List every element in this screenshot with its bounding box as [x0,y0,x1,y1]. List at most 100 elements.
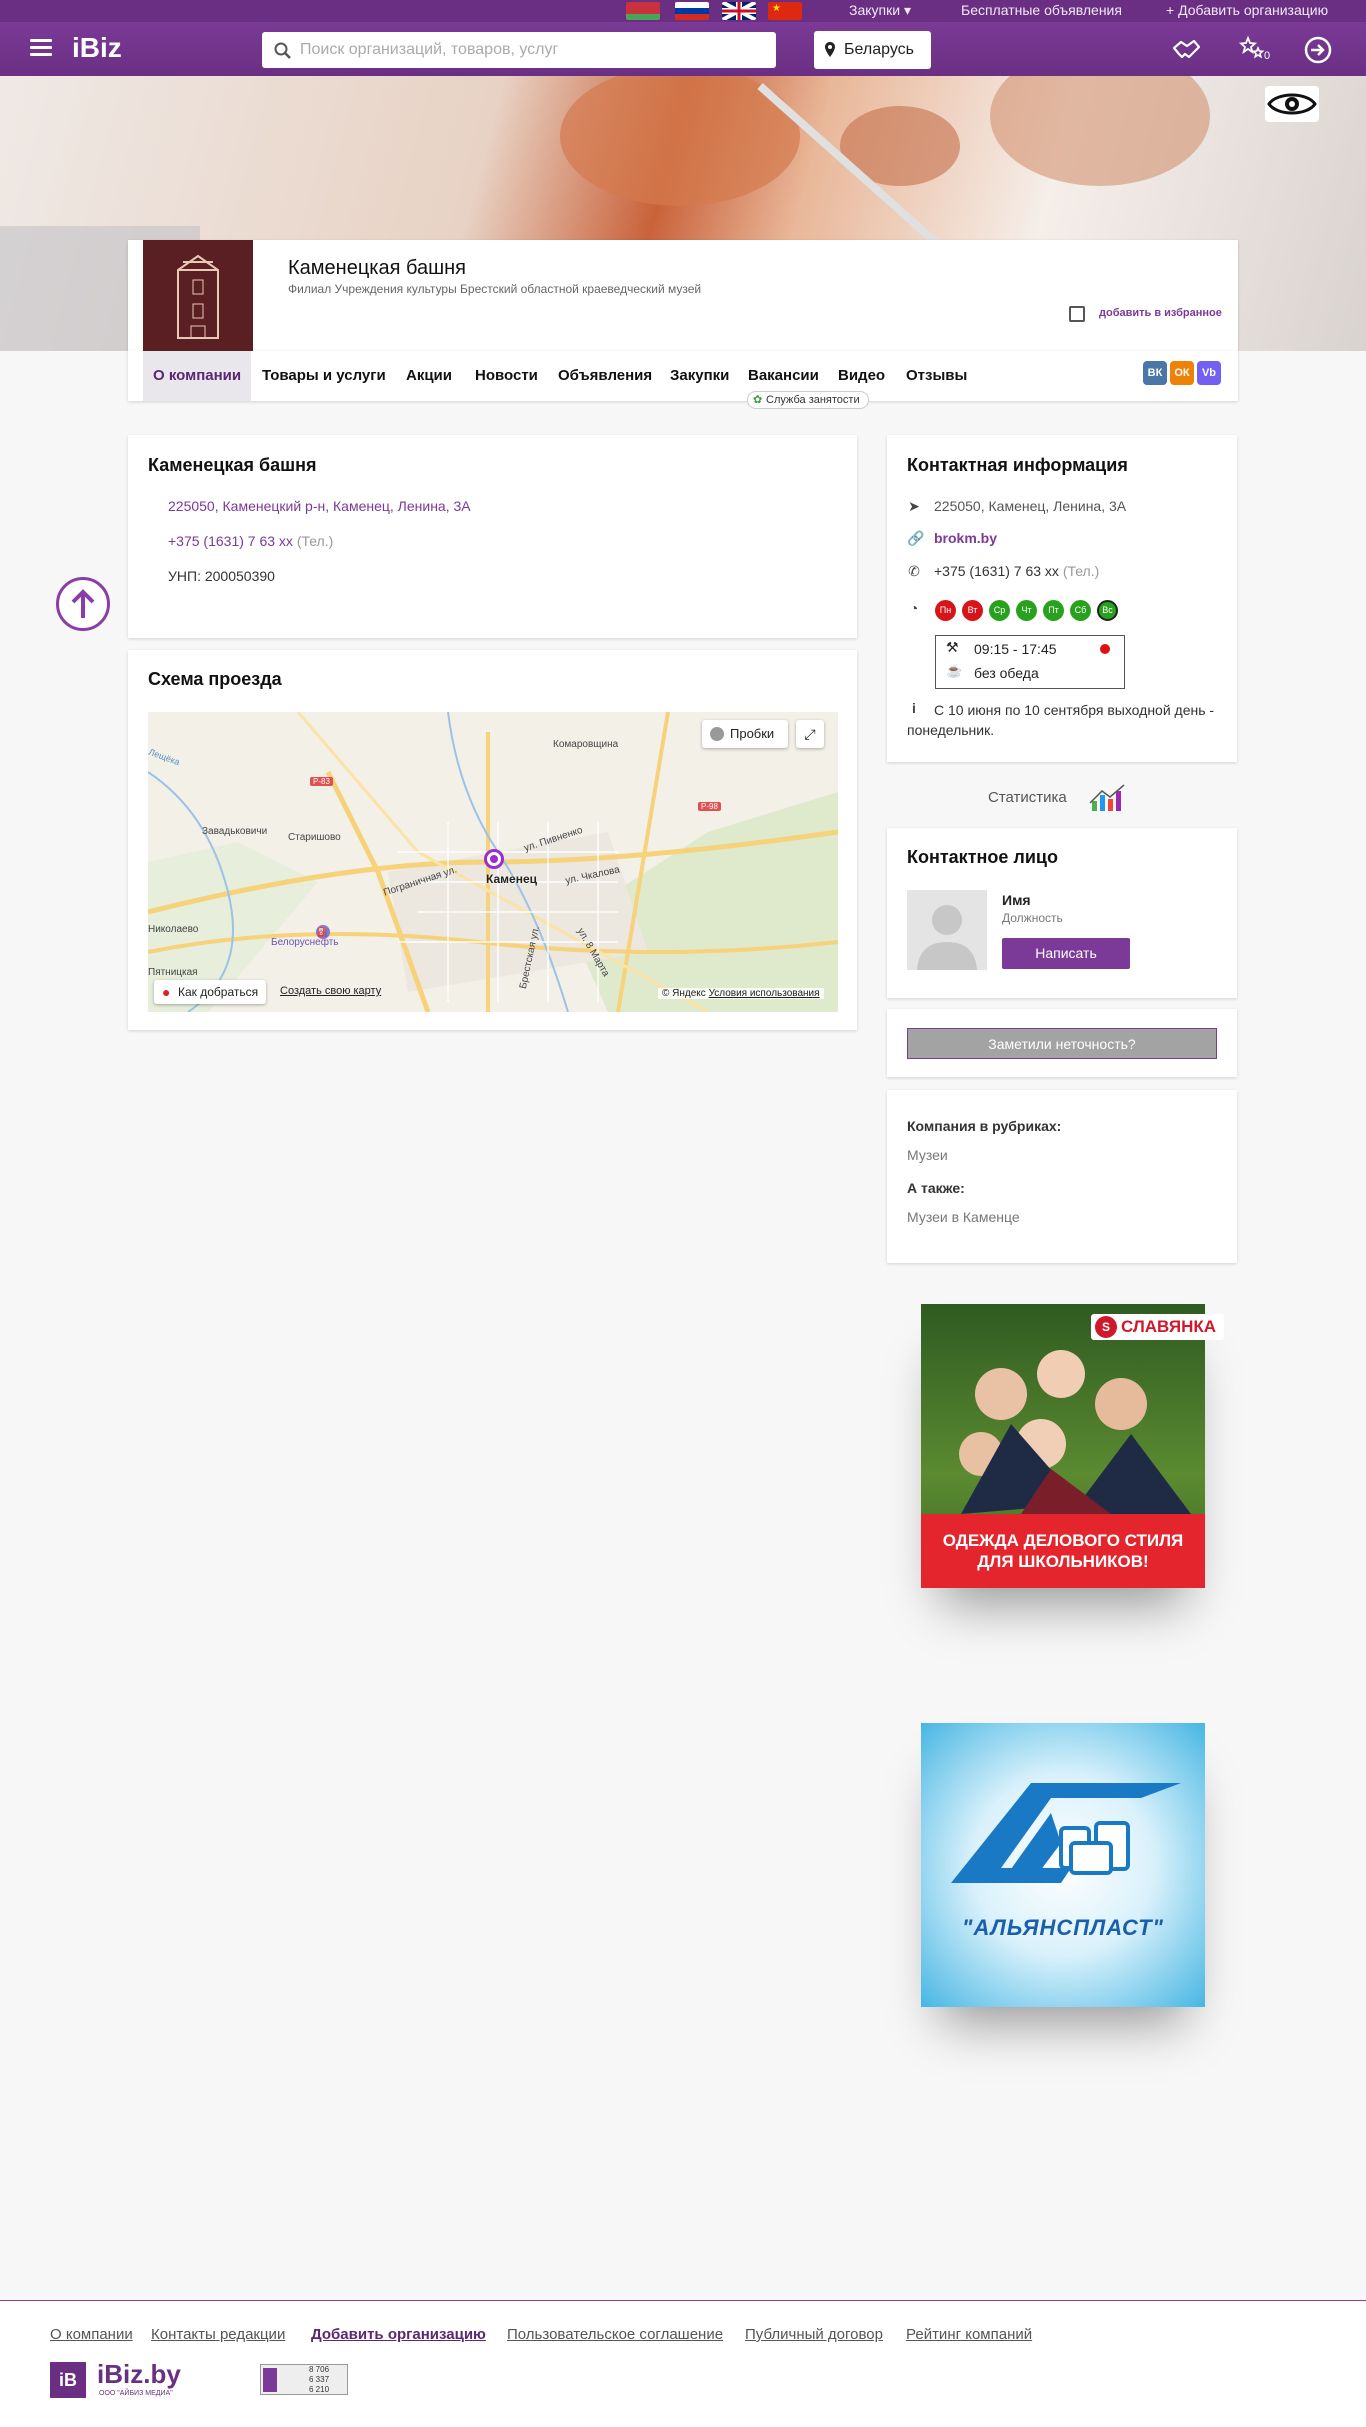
map-road-r98: Р-98 [698,802,721,811]
rubric-link-museums[interactable]: Музеи [907,1147,948,1163]
favorite-label[interactable]: добавить в избранное [1099,307,1222,319]
person-position: Должность [1002,911,1063,925]
aliansplast-name: "АЛЬЯНСПЛАСТ" [962,1915,1164,1940]
navigation-arrow-icon: ➤ [908,498,920,514]
fullscreen-icon[interactable]: ⤢ [796,720,824,748]
site-logo[interactable]: iBiz [72,32,122,64]
cn-flag-icon[interactable]: ★ [768,2,802,20]
day-sun: Вс [1097,600,1118,621]
vk-share-icon[interactable]: ВК [1143,361,1167,385]
search-box [262,32,776,68]
create-map-link[interactable]: Создать свою карту [280,985,381,997]
search-input[interactable] [300,32,760,68]
slavyanka-slogan: ОДЕЖДА ДЕЛОВОГО СТИЛЯ ДЛЯ ШКОЛЬНИКОВ! [921,1514,1205,1588]
company-logo [143,240,253,351]
be-flag-icon[interactable] [626,2,660,20]
get-there-button[interactable]: ● Как добраться [154,980,267,1004]
rubrics-panel: Компания в рубриках: Музеи А также: Музе… [887,1090,1237,1263]
tab-ads[interactable]: Объявления [548,351,662,401]
counter-values: 8 706 6 337 6 210 [309,2365,330,2394]
about-phone-row[interactable]: +375 (1631) 7 63 xx (Тел.) [168,533,333,549]
counter-logo-icon [263,2368,277,2392]
about-title: Каменецкая башня [148,455,317,475]
traffic-light-icon [710,727,724,741]
viber-share-icon[interactable]: Vb [1197,361,1221,385]
company-subtitle: Филиал Учреждения культуры Брестский обл… [288,282,702,296]
header: iBiz Беларусь 0 [0,22,1366,76]
login-icon[interactable] [1302,34,1334,66]
route-pin-icon: ● [162,984,171,1000]
region-button[interactable]: Беларусь [814,31,931,69]
footer-link-user-agreement[interactable]: Пользовательское соглашение [507,2326,723,2343]
favorite-checkbox[interactable] [1069,306,1085,322]
footer-link-contacts[interactable]: Контакты редакции [151,2326,285,2343]
ok-share-icon[interactable]: ОК [1170,361,1194,385]
about-unp: УНП: 200050390 [168,568,275,584]
handshake-icon[interactable] [1170,34,1202,66]
menu-icon[interactable] [30,39,52,57]
footer-link-add-org[interactable]: Добавить организацию [311,2326,486,2343]
contact-person-panel: Контактное лицо Имя Должность Написать [887,828,1237,998]
tab-promotions[interactable]: Акции [396,351,462,401]
ru-flag-icon[interactable] [675,2,709,20]
footer-logo[interactable]: iBiz.by [97,2359,181,2390]
also-title: А также: [907,1180,965,1196]
tab-products[interactable]: Товары и услуги [252,351,396,401]
map-pin-icon[interactable] [484,849,504,869]
location-pin-icon [825,42,835,57]
footer-link-company-rating[interactable]: Рейтинг компаний [906,2326,1032,2343]
chart-icon [1089,784,1125,811]
tab-purchases[interactable]: Закупки [660,351,739,401]
work-days: Пн Вт Ср Чт Пт Сб Вс [935,600,1135,621]
contact-person-title: Контактное лицо [907,847,1058,867]
footer-link-public-contract[interactable]: Публичный договор [745,2326,883,2343]
add-org-link[interactable]: + Добавить организацию [1166,2,1328,18]
scroll-up-button[interactable] [56,577,110,631]
company-name: Каменецкая башня [288,257,467,279]
slavyanka-ad[interactable]: S СЛАВЯНКА ОДЕЖДА ДЕЛОВОГО СТИЛЯ ДЛЯ ШКО… [921,1304,1225,1588]
about-address[interactable]: 225050, Каменецкий р-н, Каменец, Ленина,… [168,498,471,514]
map-label-belorusneft: Белоруснефть [271,937,339,948]
fuel-station-icon: ⛽ [316,925,330,939]
statistics-link[interactable]: Статистика [887,783,1237,815]
contacts-note: С 10 июня по 10 сентября выходной день -… [907,702,1215,738]
jobs-service-badge[interactable]: ✿ Служба занятости [747,391,869,409]
contacts-panel: Контактная информация ➤ 225050, Каменец,… [887,435,1237,762]
free-ads-link[interactable]: Бесплатные объявления [961,2,1122,18]
contacts-phone-row[interactable]: +375 (1631) 7 63 xx (Тел.) [934,563,1099,579]
report-error-button[interactable]: Заметили неточность? [907,1028,1217,1059]
yandex-map[interactable]: Комаровщина Завадьковичи Старишово Погра… [148,712,838,1012]
slavyanka-brand: S СЛАВЯНКА [1091,1314,1225,1340]
favorites-stars-button[interactable]: 0 [1236,34,1270,66]
write-button[interactable]: Написать [1002,938,1130,969]
map-terms-link[interactable]: Условия использования [709,988,820,999]
aliansplast-ad[interactable]: "АЛЬЯНСПЛАСТ" [921,1723,1205,2007]
company-card: Каменецкая башня Филиал Учреждения культ… [128,240,1238,351]
footer-link-about[interactable]: О компании [50,2326,133,2343]
visit-counter[interactable]: 8 706 6 337 6 210 [260,2364,348,2395]
day-mon: Пн [935,600,956,621]
hours-popup: ⚒ 09:15 - 17:45 ☕ без обеда [935,635,1125,689]
contacts-site-link[interactable]: brokm.by [934,530,997,546]
aliansplast-logo [951,1783,1181,1883]
footer: О компании Контакты редакции Добавить ор… [0,2300,1366,2427]
purchases-menu[interactable]: Закупки ▾ [849,2,911,19]
route-title: Схема проезда [148,669,282,689]
map-label-starishovo: Старишово [288,832,341,843]
rubrics-title: Компания в рубриках: [907,1118,1062,1134]
region-label: Беларусь [844,41,914,58]
about-panel: Каменецкая башня 225050, Каменецкий р-н,… [128,435,857,638]
accessibility-eye-icon[interactable] [1265,86,1319,122]
slavyanka-logo-icon: S [1095,1316,1117,1338]
company-tabs: О компании Товары и услуги Акции Новости… [128,351,1238,409]
traffic-button[interactable]: Пробки [702,720,788,748]
footer-logo-icon: iB [50,2362,86,2398]
tab-news[interactable]: Новости [465,351,548,401]
en-flag-icon[interactable] [722,2,756,20]
contacts-address: 225050, Каменец, Ленина, 3А [934,498,1127,514]
map-label-zavadskovichi: Завадьковичи [202,826,268,837]
tab-about[interactable]: О компании [143,351,252,401]
tab-reviews[interactable]: Отзывы [896,351,977,401]
rubric-link-museums-kamenets[interactable]: Музеи в Каменце [907,1209,1020,1225]
day-thu: Чт [1016,600,1037,621]
